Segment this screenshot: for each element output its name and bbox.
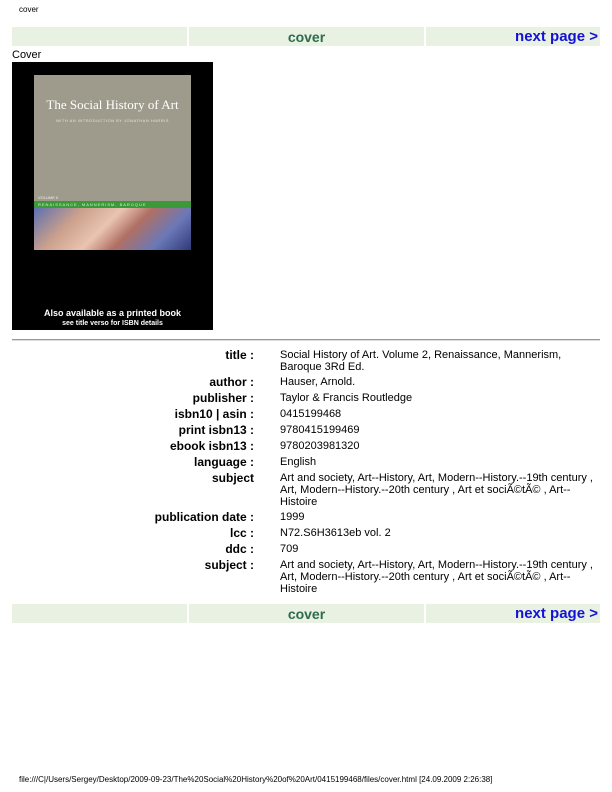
metadata-value: Art and society, Art--History, Art, Mode… (280, 559, 593, 595)
metadata-value: 9780203981320 (280, 440, 360, 452)
metadata-row-ebook-isbn13: ebook isbn13 : 9780203981320 (12, 440, 600, 453)
metadata-label: publication date : (154, 510, 254, 524)
bottom-nav-bar: cover next page > (12, 604, 600, 623)
cover-subtitle-strip: RENAISSANCE, MANNERISM, BAROQUE (34, 201, 191, 208)
metadata-row-subject-2: subject : Art and society, Art--History,… (12, 558, 600, 596)
metadata-row-ddc: ddc : 709 (12, 543, 600, 556)
metadata-row-isbn10: isbn10 | asin : 0415199468 (12, 408, 600, 421)
metadata-row-author: author : Hauser, Arnold. (12, 376, 600, 389)
printed-book-note: Also available as a printed book (43, 308, 182, 318)
metadata-label: subject : (204, 558, 254, 572)
cover-artwork: The Social History of Art WITH AN INTROD… (34, 75, 191, 250)
metadata-value: 1999 (280, 511, 305, 523)
cover-introduction: WITH AN INTRODUCTION BY JONATHAN HARRIS (56, 118, 169, 123)
divider (12, 339, 600, 341)
next-page-link[interactable]: next page > (515, 605, 600, 622)
nav-next-cell: next page > (426, 604, 600, 623)
metadata-row-publisher: publisher : Taylor & Francis Routledge (12, 392, 600, 405)
metadata-row-print-isbn13: print isbn13 : 9780415199469 (12, 424, 600, 437)
metadata-label: lcc : (229, 526, 254, 540)
metadata-value: 9780415199469 (280, 424, 360, 436)
cover-label: Cover (12, 49, 42, 61)
metadata-label: isbn10 | asin : (174, 407, 254, 421)
next-page-link[interactable]: next page > (515, 28, 600, 45)
metadata-value: English (280, 456, 317, 468)
cover-book-title: The Social History of Art (46, 97, 179, 112)
top-nav-bar: cover next page > (12, 27, 600, 46)
cover-link[interactable]: cover (288, 606, 325, 622)
metadata-table: title : Social History of Art. Volume 2,… (12, 349, 600, 598)
cover-link[interactable]: cover (288, 29, 325, 45)
metadata-label: ddc : (225, 542, 254, 556)
isbn-note: see title verso for ISBN details (62, 320, 163, 327)
cover-image: The Social History of Art WITH AN INTROD… (12, 62, 213, 330)
nav-empty-cell (12, 604, 187, 623)
metadata-row-publication-date: publication date : 1999 (12, 511, 600, 524)
metadata-row-subject: subject Art and society, Art--History, A… (12, 471, 600, 509)
page-header-title: cover (19, 5, 39, 14)
metadata-label: ebook isbn13 : (169, 439, 254, 453)
page-footer-path: file:///C|/Users/Sergey/Desktop/2009-09-… (19, 775, 493, 784)
nav-cover-cell: cover (189, 604, 424, 623)
metadata-row-language: language : English (12, 456, 600, 469)
metadata-value: Hauser, Arnold. (280, 376, 356, 388)
metadata-label: print isbn13 : (178, 423, 254, 437)
metadata-row-title: title : Social History of Art. Volume 2,… (12, 348, 600, 374)
metadata-label: title : (225, 348, 254, 362)
metadata-value: N72.S6H3613eb vol. 2 (280, 527, 391, 539)
metadata-value: Art and society, Art--History, Art, Mode… (280, 472, 593, 508)
metadata-label: language : (193, 455, 254, 469)
metadata-row-lcc: lcc : N72.S6H3613eb vol. 2 (12, 527, 600, 540)
cover-painting (34, 208, 191, 250)
nav-empty-cell (12, 27, 187, 46)
metadata-value: 0415199468 (280, 408, 342, 420)
nav-next-cell: next page > (426, 27, 600, 46)
metadata-label: author : (209, 375, 254, 389)
metadata-value: 709 (280, 543, 299, 555)
metadata-label: subject (211, 471, 254, 485)
cover-volume: VOLUME II (38, 195, 59, 200)
metadata-label: publisher : (192, 391, 254, 405)
metadata-value: Social History of Art. Volume 2, Renaiss… (280, 349, 562, 373)
metadata-value: Taylor & Francis Routledge (280, 392, 413, 404)
nav-cover-cell: cover (189, 27, 424, 46)
